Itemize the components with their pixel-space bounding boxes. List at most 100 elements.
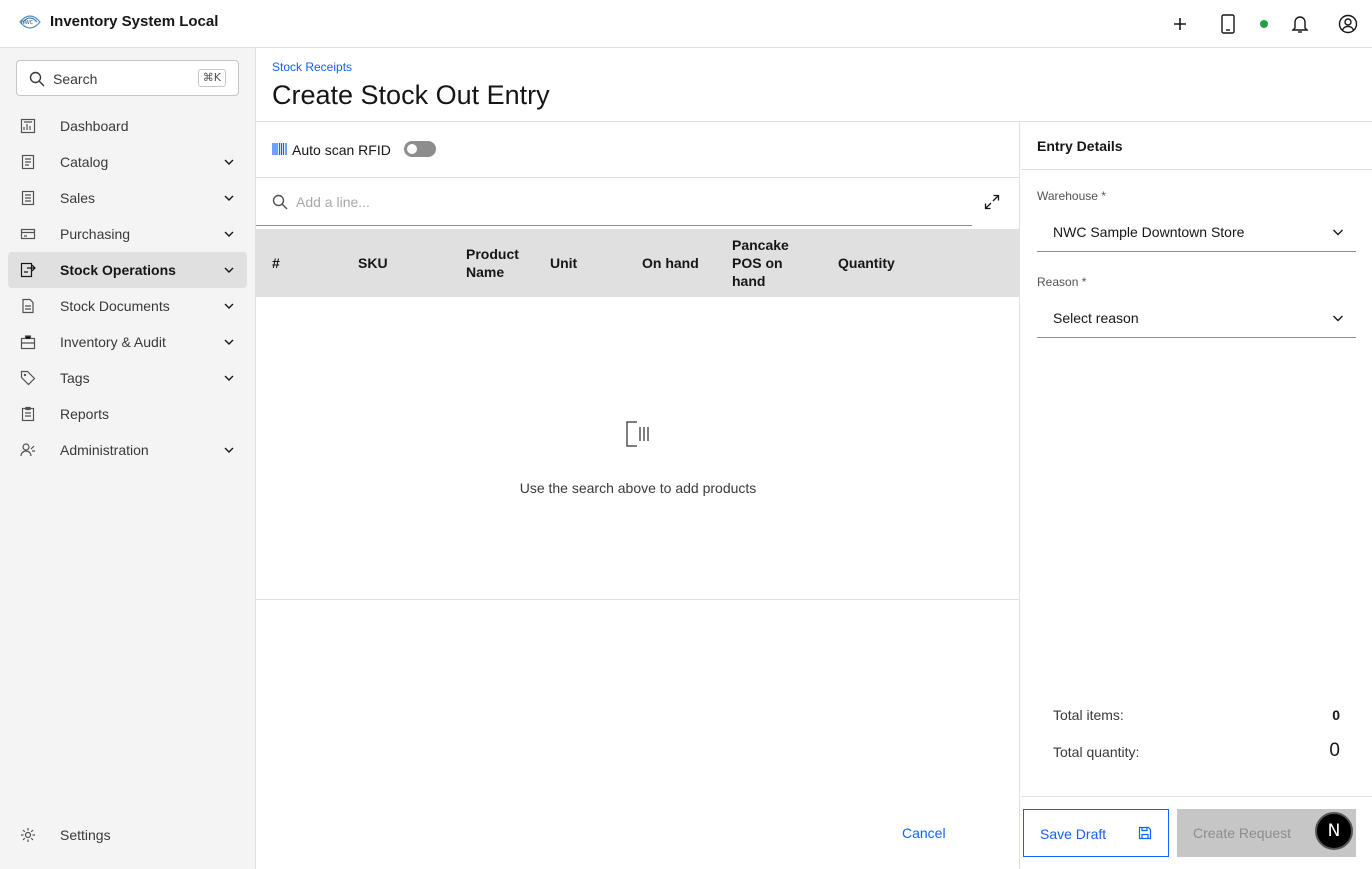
- table-header: # SKU Product Name Unit On hand Pancake …: [256, 229, 1020, 297]
- sidebar-item-catalog[interactable]: Catalog: [8, 144, 247, 180]
- entry-details-header: Entry Details: [1021, 122, 1372, 170]
- sidebar-item-label: Administration: [60, 442, 149, 458]
- breadcrumb[interactable]: Stock Receipts: [272, 60, 352, 74]
- tag-icon: [20, 370, 36, 386]
- inventory-icon: [20, 335, 36, 350]
- barcode-scan-icon: [626, 421, 649, 447]
- sidebar-item-label: Reports: [60, 406, 110, 422]
- sidebar-item-label: Purchasing: [60, 226, 131, 242]
- sidebar-item-settings[interactable]: Settings: [8, 817, 247, 853]
- warehouse-value: NWC Sample Downtown Store: [1053, 224, 1245, 240]
- maximize-icon: [984, 194, 1000, 210]
- search-icon: [272, 194, 288, 210]
- save-icon: [1138, 826, 1152, 840]
- total-items-value: 0: [1332, 707, 1340, 723]
- document-icon: [22, 298, 34, 314]
- sidebar-item-stock-documents[interactable]: Stock Documents: [8, 288, 247, 324]
- warehouse-select[interactable]: NWC Sample Downtown Store: [1037, 212, 1356, 252]
- app-title: Inventory System Local: [50, 13, 219, 30]
- cancel-button[interactable]: Cancel: [902, 825, 946, 841]
- chevron-down-icon: [224, 339, 234, 345]
- column-header-unit: Unit: [550, 255, 578, 271]
- chevron-down-icon: [224, 231, 234, 237]
- nextjs-dev-badge[interactable]: N: [1315, 812, 1353, 850]
- sidebar-item-tags[interactable]: Tags: [8, 360, 247, 396]
- toggle-knob: [407, 144, 417, 154]
- page-header: Stock Receipts Create Stock Out Entry: [256, 48, 1372, 122]
- user-admin-icon: [20, 443, 35, 457]
- empty-state: Use the search above to add products: [256, 297, 1020, 600]
- sidebar-item-label: Sales: [60, 190, 96, 206]
- entry-details-title: Entry Details: [1037, 138, 1123, 154]
- dashboard-icon: [20, 118, 36, 134]
- sidebar-item-stock-operations[interactable]: Stock Operations: [8, 252, 247, 288]
- rfid-label: Auto scan RFID: [292, 142, 391, 158]
- total-quantity-value: 0: [1329, 740, 1340, 761]
- sidebar-item-purchasing[interactable]: Purchasing: [8, 216, 247, 252]
- sidebar-item-label: Inventory & Audit: [60, 334, 166, 350]
- total-items-label: Total items:: [1053, 707, 1124, 723]
- column-header-sku: SKU: [358, 255, 388, 271]
- add-icon[interactable]: [1168, 12, 1192, 36]
- total-quantity-row: Total quantity: 0: [1053, 740, 1340, 761]
- sidebar-item-dashboard[interactable]: Dashboard: [8, 108, 247, 144]
- page-title: Create Stock Out Entry: [272, 80, 550, 110]
- stock-operations-icon: [20, 262, 36, 278]
- purchasing-icon: [20, 228, 36, 240]
- sidebar-nav: Dashboard Catalog Sales Purchasing Stock…: [8, 108, 247, 468]
- search-shortcut: ⌘K: [197, 69, 226, 87]
- chevron-down-icon: [224, 267, 234, 273]
- entry-details-panel: Entry Details Warehouse * NWC Sample Dow…: [1021, 122, 1372, 869]
- add-line-input[interactable]: [296, 178, 956, 225]
- chevron-down-icon: [1333, 229, 1343, 236]
- sidebar: Search ⌘K Dashboard Catalog Sales Purcha…: [0, 48, 256, 869]
- sidebar-item-label: Tags: [60, 370, 90, 386]
- chevron-down-icon: [224, 375, 234, 381]
- search-label: Search: [53, 71, 98, 87]
- top-header: NWC Inventory System Local: [0, 0, 1372, 48]
- sidebar-item-label: Dashboard: [60, 118, 129, 134]
- sidebar-item-label: Catalog: [60, 154, 109, 170]
- column-header-pos-on-hand: Pancake POS on hand: [732, 237, 789, 289]
- line-search: [256, 178, 972, 226]
- chevron-down-icon: [224, 447, 234, 453]
- rfid-toggle[interactable]: [404, 141, 436, 157]
- chevron-down-icon: [224, 195, 234, 201]
- line-items-panel: Auto scan RFID # SKU Product Name Unit O…: [256, 122, 1020, 869]
- save-draft-label: Save Draft: [1040, 826, 1107, 842]
- total-items-row: Total items: 0: [1053, 707, 1340, 723]
- search-icon: [29, 71, 45, 87]
- barcode-icon: [272, 143, 287, 155]
- chevron-down-icon: [224, 303, 234, 309]
- save-draft-button[interactable]: Save Draft: [1023, 809, 1169, 857]
- chevron-down-icon: [224, 159, 234, 165]
- total-quantity-label: Total quantity:: [1053, 744, 1140, 760]
- column-header-quantity: Quantity: [838, 255, 895, 271]
- sidebar-item-inventory-audit[interactable]: Inventory & Audit: [8, 324, 247, 360]
- reason-value: Select reason: [1053, 310, 1139, 326]
- gear-icon: [21, 828, 35, 842]
- chevron-down-icon: [1333, 315, 1343, 322]
- column-header-index: #: [272, 255, 280, 271]
- sales-icon: [21, 190, 35, 206]
- column-header-product-name: Product Name: [466, 246, 519, 280]
- warehouse-label: Warehouse *: [1037, 189, 1106, 203]
- create-request-label: Create Request: [1193, 825, 1292, 841]
- sidebar-item-label: Stock Documents: [60, 298, 170, 314]
- sidebar-item-administration[interactable]: Administration: [8, 432, 247, 468]
- totals-summary: Total items: 0 Total quantity: 0: [1021, 677, 1372, 797]
- reason-select[interactable]: Select reason: [1037, 298, 1356, 338]
- catalog-icon: [21, 154, 35, 170]
- column-header-on-hand: On hand: [642, 255, 699, 271]
- notification-bell-icon[interactable]: [1288, 12, 1312, 36]
- sidebar-item-reports[interactable]: Reports: [8, 396, 247, 432]
- user-avatar-icon[interactable]: [1336, 12, 1360, 36]
- sidebar-item-sales[interactable]: Sales: [8, 180, 247, 216]
- report-icon: [21, 406, 35, 422]
- rfid-bar: Auto scan RFID: [256, 122, 1020, 178]
- tablet-icon[interactable]: [1216, 12, 1240, 36]
- sidebar-search[interactable]: Search ⌘K: [16, 60, 239, 96]
- sidebar-item-label: Settings: [60, 827, 111, 843]
- expand-button[interactable]: [980, 190, 1004, 214]
- sidebar-item-label: Stock Operations: [60, 262, 176, 278]
